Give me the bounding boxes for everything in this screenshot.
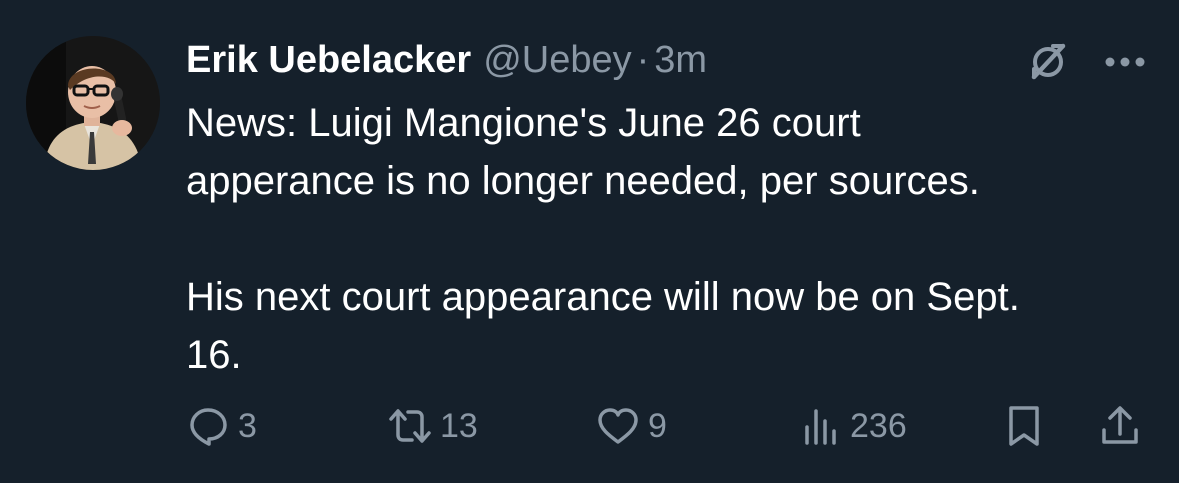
separator: · [636, 39, 650, 81]
bookmark-icon [1009, 406, 1039, 446]
action-bar: 3 13 9 236 [186, 398, 1146, 454]
share-button[interactable] [1098, 398, 1142, 454]
tweet-header: Erik Uebelacker @Uebey · 3m [186, 36, 707, 84]
author-handle[interactable]: @Uebey [483, 36, 631, 84]
more-button[interactable] [1100, 38, 1150, 86]
views-button[interactable]: 236 [798, 398, 907, 454]
like-button[interactable]: 9 [596, 398, 667, 454]
avatar[interactable] [26, 36, 160, 170]
more-icon [1105, 57, 1145, 67]
bookmark-button[interactable] [1002, 398, 1046, 454]
author-name[interactable]: Erik Uebelacker [186, 36, 471, 84]
views-icon [805, 409, 836, 445]
grok-icon [1031, 43, 1066, 80]
reply-icon [190, 408, 227, 446]
tweet-text-line: News: Luigi Mangione's June 26 court [186, 101, 861, 145]
profile-photo [26, 36, 160, 170]
heart-icon [598, 408, 638, 444]
tweet-text: News: Luigi Mangione's June 26 court app… [186, 94, 1146, 384]
timestamp[interactable]: 3m [654, 36, 707, 84]
reply-count: 3 [238, 406, 257, 445]
share-icon [1102, 406, 1138, 444]
tweet-text-line: 16. [186, 333, 242, 377]
retweet-count: 13 [440, 406, 478, 445]
retweet-button[interactable]: 13 [388, 398, 478, 454]
retweet-icon [389, 409, 431, 443]
tweet-text-line: apperance is no longer needed, per sourc… [186, 159, 980, 203]
grok-button[interactable] [1018, 38, 1078, 86]
reply-button[interactable]: 3 [186, 398, 257, 454]
like-count: 9 [648, 406, 667, 445]
view-count: 236 [850, 406, 907, 445]
tweet-text-line: His next court appearance will now be on… [186, 275, 1020, 319]
